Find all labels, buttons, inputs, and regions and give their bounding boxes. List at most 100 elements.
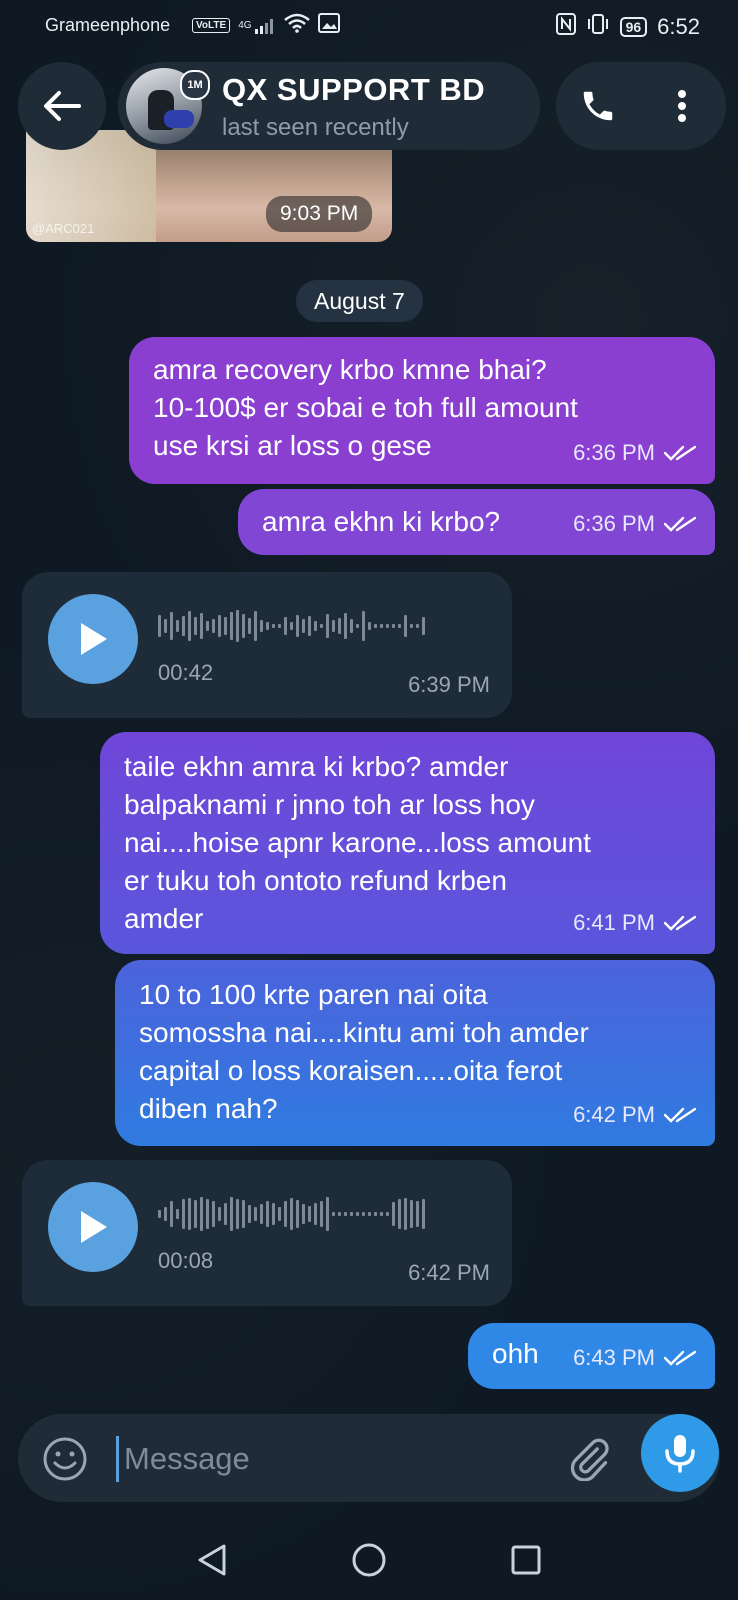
back-arrow-icon xyxy=(44,91,81,121)
waveform-bar xyxy=(284,617,287,635)
play-icon xyxy=(81,623,107,655)
header-actions xyxy=(556,62,726,150)
play-button[interactable] xyxy=(48,1182,138,1272)
waveform-bar xyxy=(392,624,395,628)
waveform-bar xyxy=(158,615,161,637)
message-time: 6:42 PM xyxy=(408,1260,490,1285)
volte-icon: VoLTE xyxy=(192,18,231,33)
waveform-bar xyxy=(356,1212,359,1216)
microphone-icon xyxy=(665,1435,695,1473)
waveform-bar xyxy=(194,617,197,635)
waveform-bar xyxy=(182,1199,185,1229)
emoji-icon xyxy=(43,1437,87,1481)
waveform-bar xyxy=(356,624,359,628)
nav-recents-button[interactable] xyxy=(506,1540,546,1580)
more-options-button[interactable] xyxy=(660,84,704,128)
message-line: ohh xyxy=(492,1338,539,1369)
double-check-icon xyxy=(663,1350,697,1366)
voice-record-button[interactable] xyxy=(641,1414,719,1492)
waveform-bar xyxy=(362,1212,365,1216)
waveform-bar xyxy=(188,611,191,641)
nav-back-button[interactable] xyxy=(192,1540,232,1580)
voice-waveform[interactable] xyxy=(158,1196,425,1232)
waveform-bar xyxy=(176,1209,179,1219)
waveform-bar xyxy=(320,1201,323,1227)
chat-header[interactable]: 1M QX SUPPORT BD last seen recently xyxy=(118,62,540,150)
back-button[interactable] xyxy=(18,62,106,150)
waveform-bar xyxy=(314,1203,317,1225)
call-button[interactable] xyxy=(576,84,620,128)
message-line: somossha nai....kintu ami toh amder xyxy=(139,1017,589,1048)
waveform-bar xyxy=(398,1199,401,1229)
message-input[interactable] xyxy=(122,1434,546,1484)
message-line: amra recovery krbo kmne bhai? xyxy=(153,354,547,385)
waveform-bar xyxy=(212,619,215,633)
message-text: 10 to 100 krte paren nai oita somossha n… xyxy=(139,976,589,1128)
message-bubble-outgoing[interactable]: ohh 6:43 PM xyxy=(468,1323,715,1389)
attach-button[interactable] xyxy=(566,1436,612,1482)
waveform-bar xyxy=(260,620,263,632)
waveform-bar xyxy=(374,1212,377,1216)
square-recents-icon xyxy=(511,1545,541,1575)
message-time: 6:39 PM xyxy=(408,672,490,697)
waveform-bar xyxy=(272,1203,275,1225)
waveform-bar xyxy=(266,622,269,630)
waveform-bar xyxy=(320,624,323,628)
double-check-icon xyxy=(663,445,697,461)
waveform-bar xyxy=(224,617,227,635)
waveform-bar xyxy=(290,622,293,630)
signal-icon: 4G xyxy=(238,18,275,34)
system-navigation-bar xyxy=(0,1540,738,1600)
waveform-bar xyxy=(194,1200,197,1228)
waveform-bar xyxy=(392,1202,395,1226)
wifi-icon xyxy=(283,13,310,38)
message-line: amder xyxy=(124,903,204,934)
message-line: diben nah? xyxy=(139,1093,278,1124)
text-caret xyxy=(116,1436,119,1482)
message-line: use krsi ar loss o gese xyxy=(153,430,432,461)
waveform-bar xyxy=(236,1199,239,1229)
message-bubble-outgoing[interactable]: taile ekhn amra ki krbo? amder balpaknam… xyxy=(100,732,715,954)
voice-waveform[interactable] xyxy=(158,608,425,644)
message-line: capital o loss koraisen.....oita ferot xyxy=(139,1055,563,1086)
voice-duration: 00:08 xyxy=(158,1248,214,1273)
message-meta: 6:36 PM xyxy=(573,434,697,472)
message-bubble-outgoing[interactable]: amra recovery krbo kmne bhai? 10-100$ er… xyxy=(129,337,715,484)
waveform-bar xyxy=(386,624,389,628)
status-right-icons: 96 6:52 xyxy=(555,13,700,41)
waveform-bar xyxy=(278,1207,281,1221)
message-meta: 6:42 PM xyxy=(573,1096,697,1134)
play-icon xyxy=(81,1211,107,1243)
chat-title: QX SUPPORT BD xyxy=(222,72,486,107)
voice-message-incoming[interactable]: 00:42 6:39 PM xyxy=(22,572,512,718)
waveform-bar xyxy=(386,1212,389,1216)
message-time: 6:36 PM xyxy=(573,511,655,536)
waveform-bar xyxy=(182,616,185,636)
double-check-icon xyxy=(663,915,697,931)
waveform-bar xyxy=(230,1197,233,1231)
voice-duration: 00:42 xyxy=(158,660,214,685)
battery-icon: 96 xyxy=(619,17,648,37)
nfc-icon xyxy=(555,13,576,41)
voice-message-incoming[interactable]: 00:08 6:42 PM xyxy=(22,1160,512,1306)
message-text: amra ekhn ki krbo? xyxy=(262,503,500,541)
waveform-bar xyxy=(290,1198,293,1230)
waveform-bar xyxy=(230,612,233,640)
message-line: balpaknami r jnno toh ar loss hoy xyxy=(124,789,535,820)
emoji-button[interactable] xyxy=(42,1436,88,1482)
message-bubble-outgoing[interactable]: amra ekhn ki krbo? 6:36 PM xyxy=(238,489,715,555)
status-left-icons: VoLTE 4G xyxy=(192,13,340,38)
message-meta: 6:43 PM xyxy=(573,1339,697,1377)
waveform-bar xyxy=(410,1200,413,1228)
waveform-bar xyxy=(200,1197,203,1231)
play-button[interactable] xyxy=(48,594,138,684)
waveform-bar xyxy=(296,1200,299,1228)
waveform-bar xyxy=(410,624,413,628)
nav-home-button[interactable] xyxy=(349,1540,389,1580)
clock: 6:52 xyxy=(657,14,700,39)
waveform-bar xyxy=(272,624,275,628)
message-bubble-outgoing[interactable]: 10 to 100 krte paren nai oita somossha n… xyxy=(115,960,715,1146)
waveform-bar xyxy=(284,1201,287,1227)
date-separator: August 7 xyxy=(296,280,423,322)
waveform-bar xyxy=(170,612,173,640)
